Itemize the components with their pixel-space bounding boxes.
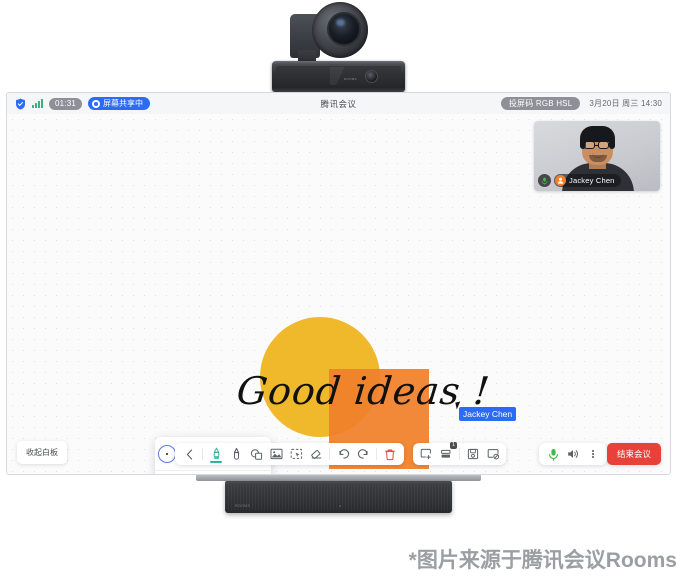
handwriting-text: Good ideas ! bbox=[234, 369, 493, 413]
page-toolbar: 1 bbox=[413, 442, 506, 465]
user-avatar-icon bbox=[555, 175, 566, 186]
soundbar-brand-label: ROOMS bbox=[235, 504, 251, 508]
meeting-controls bbox=[539, 443, 607, 465]
back-chevron-icon[interactable] bbox=[179, 443, 199, 465]
glasses-left-icon bbox=[584, 141, 595, 149]
camera-base-accent bbox=[330, 67, 352, 85]
collapse-whiteboard-button[interactable]: 收起白板 bbox=[17, 441, 67, 464]
trash-icon[interactable] bbox=[380, 443, 400, 465]
camera-brand-label: ROOMS bbox=[344, 77, 357, 81]
participant-name-pill: Jackey Chen bbox=[554, 174, 621, 187]
page-list-icon[interactable]: 1 bbox=[436, 442, 457, 465]
speaker-icon[interactable] bbox=[563, 443, 583, 465]
avatar-glyph bbox=[557, 177, 564, 184]
glasses-bridge bbox=[595, 144, 599, 146]
mic-glyph bbox=[541, 177, 548, 185]
close-board-icon[interactable] bbox=[483, 443, 503, 465]
display-screen: 01:31 屏幕共享中 腾讯会议 投屏码 RGB HSL 3月20日 周三 14… bbox=[6, 92, 671, 475]
toolbar-divider-3 bbox=[376, 448, 377, 460]
select-icon[interactable] bbox=[286, 443, 306, 465]
add-page-icon[interactable] bbox=[416, 443, 436, 465]
pen-icon[interactable] bbox=[226, 443, 246, 465]
cursor-label: Jackey Chen bbox=[459, 407, 517, 421]
eraser-icon[interactable] bbox=[306, 443, 326, 465]
screenshot-root: ROOMS 01:31 屏幕共享中 腾讯会议 投屏码 RGB HSL 3月20日 bbox=[0, 0, 677, 576]
toolbar-divider bbox=[202, 448, 203, 460]
participant-video-tile[interactable]: Jackey Chen bbox=[534, 121, 660, 191]
more-icon[interactable] bbox=[583, 443, 603, 465]
toolbar-divider-2 bbox=[329, 448, 330, 460]
highlighter-icon[interactable] bbox=[206, 443, 226, 465]
redo-icon[interactable] bbox=[353, 443, 373, 465]
shapes-icon[interactable] bbox=[246, 443, 266, 465]
mic-icon[interactable] bbox=[543, 443, 563, 465]
camera-secondary-lens-icon bbox=[365, 70, 378, 83]
cast-code-badge[interactable]: 投屏码 RGB HSL bbox=[500, 97, 581, 110]
ptz-camera: ROOMS bbox=[272, 0, 405, 92]
glasses-right-icon bbox=[598, 141, 609, 149]
end-meeting-button[interactable]: 结束会议 bbox=[606, 443, 661, 465]
avatar-hair-right bbox=[609, 137, 615, 149]
page-count-badge: 1 bbox=[449, 442, 457, 449]
microphone-icon bbox=[538, 174, 551, 187]
pen-size-1[interactable] bbox=[158, 445, 176, 463]
date-time: 3月20日 周三 14:30 bbox=[589, 99, 662, 108]
camera-lens-icon bbox=[327, 12, 361, 46]
whiteboard-toolbar bbox=[175, 443, 404, 465]
participant-name: Jackey Chen bbox=[569, 176, 615, 185]
status-bar: 01:31 屏幕共享中 腾讯会议 投屏码 RGB HSL 3月20日 周三 14… bbox=[7, 93, 670, 114]
image-icon[interactable] bbox=[266, 443, 286, 465]
status-bar-right: 投屏码 RGB HSL 3月20日 周三 14:30 bbox=[500, 97, 662, 110]
soundbar-led-icon bbox=[338, 505, 341, 507]
page-toolbar-divider bbox=[459, 448, 460, 460]
save-icon[interactable] bbox=[463, 443, 483, 465]
soundbar: ROOMS bbox=[225, 481, 452, 513]
more-dots bbox=[592, 449, 594, 459]
image-source-caption: *图片来源于腾讯会议Rooms bbox=[408, 549, 677, 572]
participant-name-bar: Jackey Chen bbox=[538, 174, 621, 187]
undo-icon[interactable] bbox=[333, 443, 353, 465]
